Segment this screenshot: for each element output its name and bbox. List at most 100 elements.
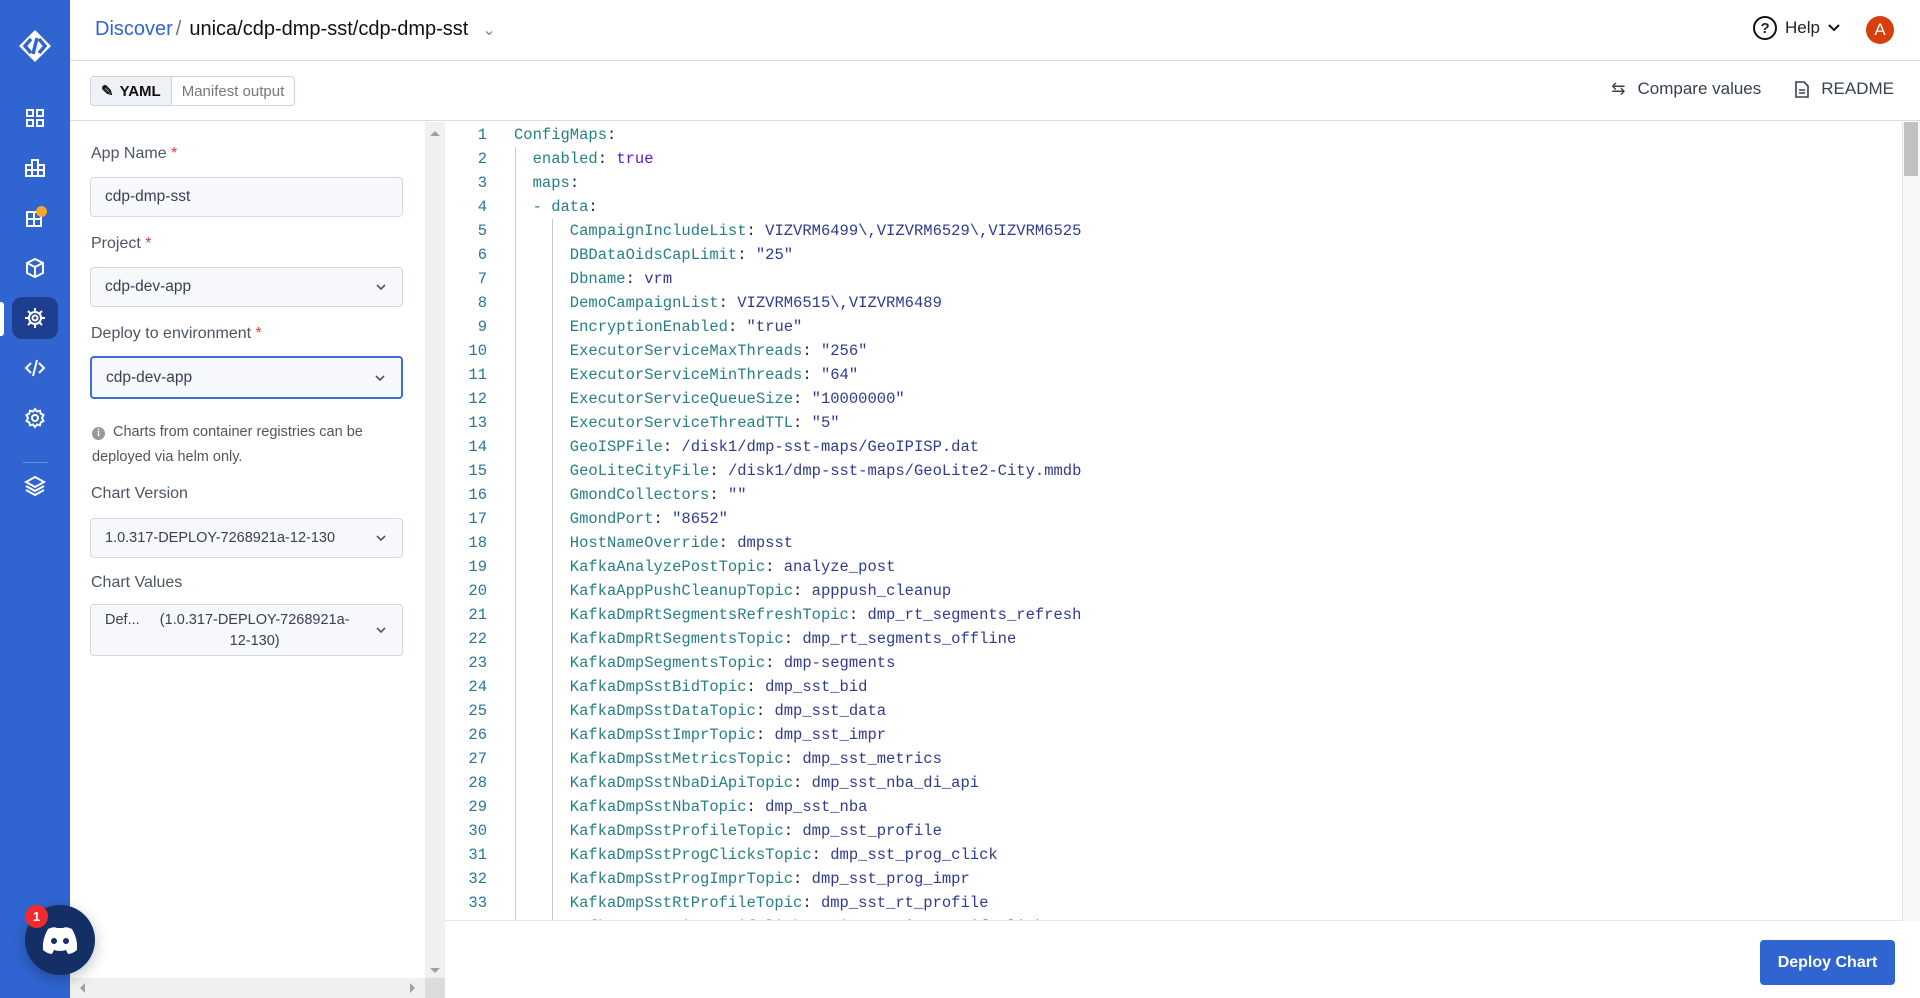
line-number: 11 (468, 366, 487, 384)
sidebar-item-resources[interactable] (12, 247, 58, 289)
active-indicator (0, 302, 4, 336)
yaml-key: GeoLiteCityFile (569, 462, 710, 480)
environment-select[interactable]: cdp-dev-app (90, 356, 403, 399)
yaml-value: VIZVRM6499\,VIZVRM6529\,VIZVRM6525 (765, 222, 1082, 240)
yaml-value: dmp_rt_segments_offline (802, 630, 1017, 648)
sidebar-item-apps[interactable] (12, 147, 58, 189)
editor-vertical-scrollbar[interactable] (1902, 122, 1920, 921)
yaml-key: KafkaDmpSstProgClicksTopic (569, 846, 812, 864)
chart-version-label: Chart Version (91, 485, 188, 502)
code-text: GmondCollectors: "" (570, 483, 747, 507)
code-text: KafkaAppPushCleanupTopic: apppush_cleanu… (570, 579, 951, 603)
code-line: 24 KafkaDmpSstBidTopic: dmp_sst_bid (445, 675, 1902, 699)
yaml-key: KafkaDmpRtSegmentsTopic (569, 630, 784, 648)
layers-icon (23, 475, 47, 497)
yaml-value: dmp_rt_segments_refresh (867, 606, 1082, 624)
yaml-editor[interactable]: 1 ConfigMaps: 2 enabled: true 3 maps: 4 - data:… (445, 122, 1902, 921)
yaml-separator: : (765, 654, 784, 672)
yaml-separator: : (793, 414, 812, 432)
app-logo-icon[interactable] (17, 28, 53, 64)
line-number: 15 (468, 462, 487, 480)
yaml-key: GeoISPFile (569, 438, 663, 456)
code-line: 19 KafkaAnalyzePostTopic: analyze_post (445, 555, 1902, 579)
tab-yaml[interactable]: ✎ YAML (91, 77, 172, 105)
yaml-key: KafkaDmpSegmentsTopic (569, 654, 766, 672)
code-text: KafkaDmpSstDataTopic: dmp_sst_data (570, 699, 886, 723)
yaml-value: "25" (755, 246, 794, 264)
code-text: enabled: true (533, 147, 654, 171)
swap-arrows-icon: ⇆ (1611, 79, 1626, 98)
code-line: 13 ExecutorServiceThreadTTL: "5" (445, 411, 1902, 435)
line-number: 1 (477, 126, 487, 144)
yaml-value: "10000000" (811, 390, 905, 408)
line-number: 12 (468, 390, 487, 408)
yaml-value: VIZVRM6515\,VIZVRM6489 (737, 294, 942, 312)
yaml-value: dmp_sst_rt_profile (820, 894, 989, 912)
grid-icon (26, 109, 44, 127)
chart-version-select[interactable]: 1.0.317-DEPLOY-7268921a-12-130 (90, 518, 403, 558)
code-text: KafkaDmpSstRtProfileTopic: dmp_sst_rt_pr… (570, 891, 989, 915)
code-text: GmondPort: "8652" (570, 507, 728, 531)
sidebar-item-deployments[interactable] (12, 297, 58, 339)
code-line: 7 Dbname: vrm (445, 267, 1902, 291)
code-icon (24, 359, 46, 377)
compare-values-button[interactable]: ⇆ Compare values (1611, 79, 1761, 99)
code-line: 23 KafkaDmpSegmentsTopic: dmp-segments (445, 651, 1902, 675)
code-line: 8 DemoCampaignList: VIZVRM6515\,VIZVRM648… (445, 291, 1902, 315)
sidebar-item-stacks[interactable] (12, 465, 58, 507)
project-label: Project * (91, 235, 152, 252)
breadcrumb-discover-link[interactable]: Discover (95, 18, 173, 40)
yaml-key: ExecutorServiceQueueSize (569, 390, 794, 408)
yaml-value: "true" (746, 318, 803, 336)
top-header: Discover / unica/cdp-dmp-sst/cdp-dmp-sst ⌄ … (70, 0, 1920, 61)
yaml-key: KafkaDmpSstImprTopic (569, 726, 756, 744)
form-vertical-scrollbar[interactable] (425, 122, 445, 978)
yaml-separator: : (848, 606, 868, 624)
user-avatar[interactable]: A (1866, 16, 1894, 44)
code-text: KafkaDmpSstBidTopic: dmp_sst_bid (570, 675, 868, 699)
code-text: DBDataOidsCapLimit: "25" (570, 243, 793, 267)
code-line: 20 KafkaAppPushCleanupTopic: apppush_clea… (445, 579, 1902, 603)
code-text: KafkaDmpSstSiteNotifClicksTopic: onsite_… (570, 915, 1044, 920)
deploy-chart-button[interactable]: Deploy Chart (1760, 940, 1895, 985)
sidebar-item-charts[interactable] (12, 197, 58, 239)
code-text: GeoLiteCityFile: /disk1/dmp-sst-maps/Geo… (570, 459, 1082, 483)
breadcrumb-separator: / (175, 18, 182, 40)
code-line: 10 ExecutorServiceMaxThreads: "256" (445, 339, 1902, 363)
sidebar-item-dashboard[interactable] (12, 97, 58, 139)
help-label: Help (1785, 18, 1820, 37)
code-line: 1 ConfigMaps: (445, 123, 1902, 147)
yaml-separator: : (653, 510, 673, 528)
editor-scroll-thumb[interactable] (1904, 122, 1918, 176)
line-number: 22 (468, 630, 487, 648)
line-number: 25 (468, 702, 487, 720)
gear-icon (25, 407, 45, 429)
line-number: 24 (468, 678, 487, 696)
code-text: KafkaDmpSstMetricsTopic: dmp_sst_metrics (570, 747, 942, 771)
yaml-key: ExecutorServiceMinThreads (569, 366, 803, 384)
sidebar-item-code[interactable] (12, 347, 58, 389)
code-line: 34 KafkaDmpSstSiteNotifClicksTopic: onsit… (445, 915, 1902, 920)
app-name-input[interactable]: cdp-dmp-sst (90, 177, 403, 217)
chart-values-label: Chart Values (91, 574, 183, 591)
form-horizontal-scrollbar[interactable] (70, 978, 425, 998)
yaml-key: KafkaDmpSstBidTopic (569, 678, 747, 696)
sidebar-item-settings[interactable] (12, 397, 58, 439)
tab-manifest-output[interactable]: Manifest output (172, 77, 295, 105)
view-toggle: ✎ YAML Manifest output (90, 76, 296, 106)
help-menu-button[interactable]: ? Help (1753, 16, 1840, 40)
chevron-down-icon[interactable]: ⌄ (482, 20, 495, 40)
line-number: 5 (477, 222, 487, 240)
line-number: 4 (477, 198, 487, 216)
readme-button[interactable]: README (1795, 79, 1894, 99)
chart-values-select[interactable]: Def... (1.0.317-DEPLOY-7268921a-12-130) (90, 604, 403, 656)
yaml-separator: : (746, 798, 766, 816)
project-select[interactable]: cdp-dev-app (90, 267, 403, 307)
yaml-key: KafkaDmpSstDataTopic (569, 702, 756, 720)
yaml-value: dmp_sst_bid (765, 678, 868, 696)
yaml-key: HostNameOverride (569, 534, 719, 552)
code-text: KafkaDmpRtSegmentsTopic: dmp_rt_segments… (570, 627, 1016, 651)
code-line: 17 GmondPort: "8652" (445, 507, 1902, 531)
line-number: 19 (468, 558, 487, 576)
yaml-separator: : (802, 342, 821, 360)
